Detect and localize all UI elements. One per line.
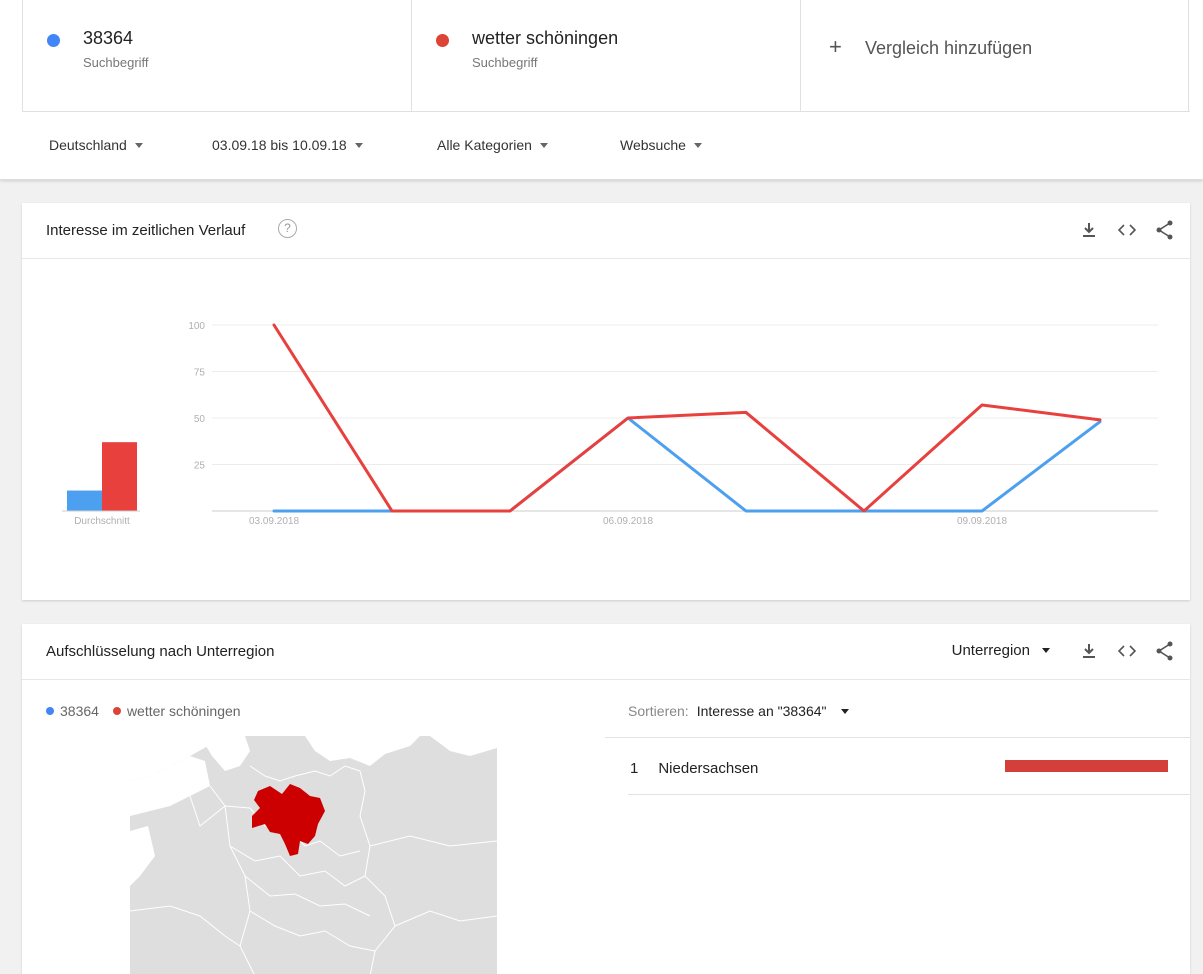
term-2-color-dot (436, 34, 449, 47)
caret-down-icon (354, 142, 363, 148)
search-term-2[interactable]: wetter schöningen Suchbegriff (411, 0, 800, 112)
region-rank: 1 (630, 760, 639, 777)
legend-dot (46, 707, 54, 715)
legend-item-term-1: 38364 (46, 703, 99, 719)
term-2-name[interactable]: wetter schöningen (472, 28, 618, 49)
x-tick-label: 09.09.2018 (957, 516, 1007, 527)
search-type-filter-label: Websuche (620, 137, 686, 153)
y-tick-label: 50 (194, 414, 206, 425)
y-tick-label: 25 (194, 461, 206, 472)
map-legend: 38364 wetter schöningen (46, 703, 241, 719)
x-tick-label: 06.09.2018 (603, 516, 653, 527)
download-icon[interactable] (1078, 640, 1100, 662)
date-filter[interactable]: 03.09.18 bis 10.09.18 (212, 137, 363, 153)
card-actions (1078, 640, 1176, 662)
resolution-dropdown[interactable]: Unterregion (952, 642, 1050, 659)
average-bar-1 (67, 490, 102, 511)
legend-label: wetter schöningen (126, 703, 241, 719)
interest-line-chart: 25 50 75 100 03.09.2018 06.09.2018 09.09.2018 D… (62, 321, 1158, 527)
legend-item-term-2: wetter schöningen (112, 703, 241, 719)
category-filter-label: Alle Kategorien (437, 137, 532, 153)
legend-label: 38364 (60, 703, 99, 719)
average-label: Durchschnitt (74, 516, 130, 527)
resolution-label: Unterregion (951, 642, 1030, 659)
breakdown-card-header: Aufschlüsselung nach Unterregion Unterre… (22, 624, 1190, 680)
subregion-breakdown-card: Aufschlüsselung nach Unterregion Unterre… (22, 624, 1190, 974)
search-term-1[interactable]: 38364 Suchbegriff (22, 0, 411, 112)
region-row-1[interactable]: 1 Niedersachsen (630, 760, 758, 777)
caret-down-icon (1042, 648, 1050, 653)
term-1-color-dot (47, 34, 60, 47)
interest-card-title: Interesse im zeitlichen Verlauf (46, 222, 246, 239)
row-divider (628, 794, 1190, 795)
search-type-filter[interactable]: Websuche (620, 137, 702, 153)
term-1-type: Suchbegriff (83, 55, 149, 70)
average-bar-2 (102, 442, 137, 511)
region-name: Niedersachsen (658, 760, 759, 777)
add-compare-button[interactable]: + Vergleich hinzufügen (800, 0, 1189, 112)
sort-divider (605, 737, 1190, 738)
region-map[interactable] (130, 736, 497, 974)
plus-icon: + (829, 34, 842, 59)
y-tick-label: 75 (194, 368, 206, 379)
y-tick-label: 100 (188, 321, 205, 332)
x-tick-label: 03.09.2018 (249, 516, 299, 527)
caret-down-icon (539, 142, 548, 148)
region-filter-label: Deutschland (49, 137, 127, 153)
share-icon[interactable] (1154, 640, 1176, 662)
region-value-bar (1005, 760, 1168, 772)
help-icon[interactable]: ? (278, 219, 297, 238)
term-1-name[interactable]: 38364 (83, 28, 133, 49)
filter-bar: Deutschland 03.09.18 bis 10.09.18 Alle K… (0, 112, 1203, 180)
interest-card-header: Interesse im zeitlichen Verlauf ? (22, 203, 1190, 259)
sort-label: Sortieren: (628, 703, 689, 719)
date-filter-label: 03.09.18 bis 10.09.18 (212, 137, 347, 153)
share-icon[interactable] (1154, 219, 1176, 241)
legend-dot (112, 707, 121, 715)
caret-down-icon (134, 142, 143, 148)
caret-down-icon (840, 708, 849, 714)
sort-value: Interesse an "38364" (696, 703, 827, 719)
embed-code-icon[interactable] (1116, 219, 1138, 241)
sort-control[interactable]: Sortieren: Interesse an "38364" (628, 703, 849, 719)
region-filter[interactable]: Deutschland (49, 137, 143, 153)
breakdown-card-title: Aufschlüsselung nach Unterregion (46, 643, 275, 660)
card-actions (1078, 219, 1176, 241)
category-filter[interactable]: Alle Kategorien (437, 137, 548, 153)
add-compare-label: Vergleich hinzufügen (865, 38, 1033, 58)
search-terms-row: 38364 Suchbegriff wetter schöningen Such… (22, 0, 1190, 112)
embed-code-icon[interactable] (1116, 640, 1138, 662)
caret-down-icon (693, 142, 702, 148)
term-2-type: Suchbegriff (472, 55, 538, 70)
interest-over-time-card: Interesse im zeitlichen Verlauf ? 25 50 75… (22, 203, 1190, 600)
compare-header: 38364 Suchbegriff wetter schöningen Such… (0, 0, 1203, 180)
download-icon[interactable] (1078, 219, 1100, 241)
